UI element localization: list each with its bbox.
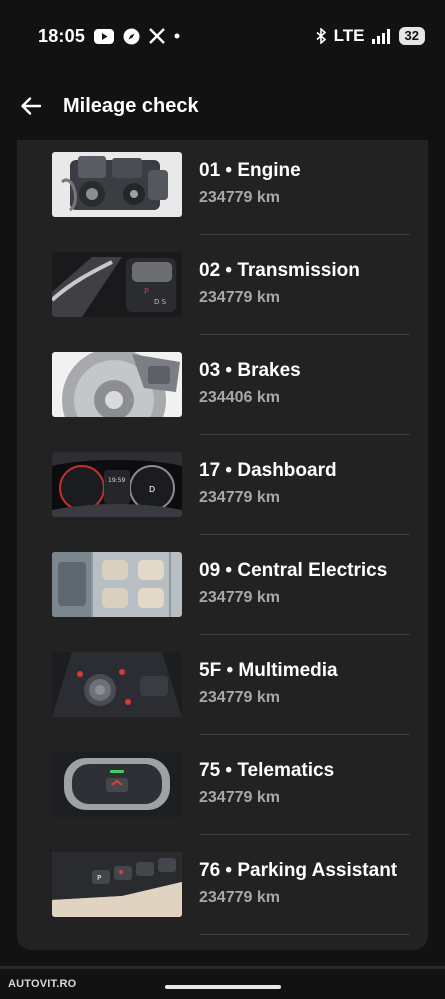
x-icon — [149, 28, 165, 44]
module-mileage: 234406 km — [199, 389, 280, 406]
divider — [199, 334, 410, 335]
battery-indicator: 32 — [398, 27, 425, 45]
instrument-cluster-photo: 19:59 D — [52, 452, 182, 517]
list-item-parking-assistant[interactable]: P 76 • Parking Assistant 234779 km — [17, 840, 428, 940]
car-cutaway-photo — [52, 552, 182, 617]
home-indicator[interactable] — [165, 985, 281, 989]
sos-button-photo — [52, 752, 182, 817]
svg-text:19:59: 19:59 — [108, 477, 125, 484]
module-mileage: 234779 km — [199, 689, 280, 706]
engine-photo — [52, 152, 182, 217]
list-item-transmission[interactable]: P D S 02 • Transmission 234779 km — [17, 240, 428, 340]
bluetooth-icon — [316, 28, 327, 44]
module-label: 75 • Telematics — [199, 760, 335, 781]
mileage-list-card: 01 • Engine 234779 km P D S 02 • Transmi… — [17, 140, 428, 950]
mmi-controller-photo — [52, 652, 182, 717]
gear-selector-photo: P D S — [52, 252, 182, 317]
divider — [199, 434, 410, 435]
divider — [199, 234, 410, 235]
network-type: LTE — [333, 26, 365, 45]
status-right: LTE 32 — [316, 26, 425, 46]
module-label: 02 • Transmission — [199, 260, 360, 281]
page-title: Mileage check — [63, 94, 199, 117]
divider — [199, 634, 410, 635]
list-item-brakes[interactable]: 03 • Brakes 234406 km — [17, 340, 428, 440]
compass-icon — [123, 28, 140, 45]
bottom-bar: AUTOVIT.RO — [0, 966, 445, 999]
signal-icon — [371, 28, 392, 44]
brake-disc-photo — [52, 352, 182, 417]
module-label: 09 • Central Electrics — [199, 560, 388, 581]
app-bar: Mileage check — [0, 76, 445, 136]
status-bar: 18:05 LTE 32 — [0, 0, 445, 72]
divider — [199, 834, 410, 835]
list-item-engine[interactable]: 01 • Engine 234779 km — [17, 140, 428, 240]
brand-watermark: AUTOVIT.RO — [8, 978, 77, 990]
module-label: 5F • Multimedia — [199, 660, 338, 681]
list-item-multimedia[interactable]: 5F • Multimedia 234779 km — [17, 640, 428, 740]
parking-buttons-photo: P — [52, 852, 182, 917]
module-mileage: 234779 km — [199, 489, 280, 506]
module-label: 01 • Engine — [199, 160, 301, 181]
back-button[interactable] — [11, 86, 51, 126]
youtube-icon — [94, 28, 115, 44]
module-mileage: 234779 km — [199, 589, 280, 606]
divider — [199, 534, 410, 535]
module-label: 03 • Brakes — [199, 360, 301, 381]
status-left: 18:05 — [38, 26, 180, 47]
list-item-central-electrics[interactable]: 09 • Central Electrics 234779 km — [17, 540, 428, 640]
module-label: 17 • Dashboard — [199, 460, 337, 481]
module-mileage: 234779 km — [199, 789, 280, 806]
svg-text:P: P — [144, 287, 149, 296]
divider — [199, 934, 410, 935]
list-item-telematics[interactable]: 75 • Telematics 234779 km — [17, 740, 428, 840]
divider — [199, 734, 410, 735]
module-mileage: 234779 km — [199, 889, 280, 906]
module-mileage: 234779 km — [199, 189, 280, 206]
status-time: 18:05 — [38, 25, 86, 46]
arrow-left-icon — [21, 97, 41, 115]
dot-icon — [174, 33, 180, 39]
bottom-divider — [0, 966, 445, 969]
svg-text:D: D — [149, 485, 155, 494]
list-item-dashboard[interactable]: 19:59 D 17 • Dashboard 234779 km — [17, 440, 428, 540]
svg-text:D S: D S — [154, 298, 167, 306]
module-label: 76 • Parking Assistant — [199, 860, 398, 881]
module-mileage: 234779 km — [199, 289, 280, 306]
svg-text:P: P — [97, 874, 101, 882]
